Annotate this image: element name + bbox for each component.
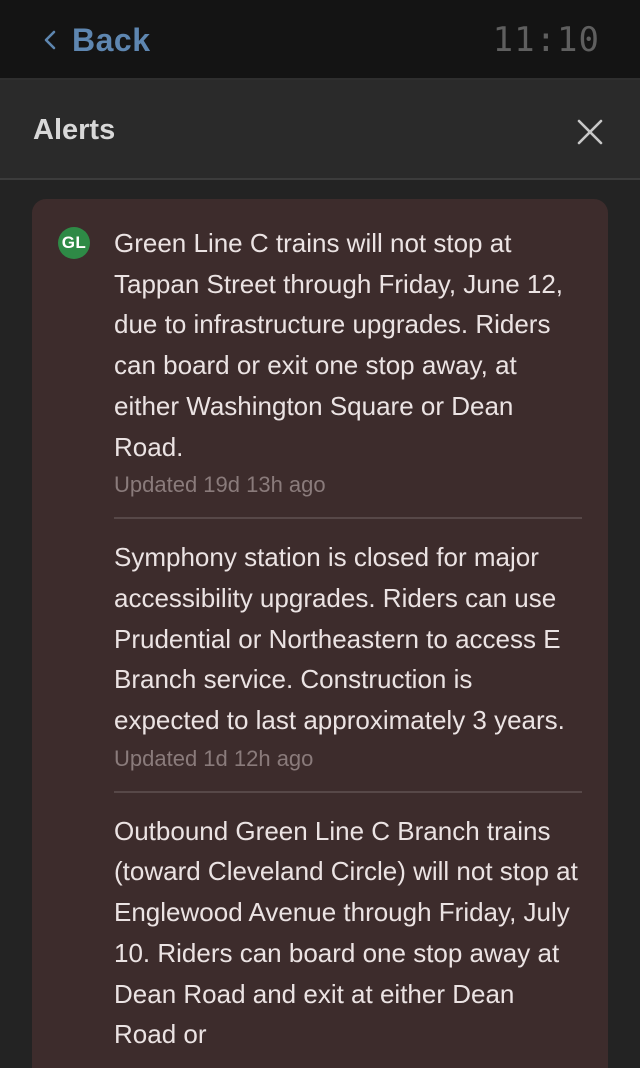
top-bar: Back 11:10 [0,0,640,80]
alert-text: Outbound Green Line C Branch trains (tow… [114,815,578,1050]
close-icon [576,119,604,150]
close-button[interactable] [576,118,604,146]
alert-item: Outbound Green Line C Branch trains (tow… [114,790,582,1068]
alert-updated: Updated 19d 13h ago [114,472,326,498]
chevron-left-icon [44,30,56,50]
page-title: Alerts [33,114,116,146]
alert-list: Green Line C trains will not stop at Tap… [114,223,582,1068]
alert-updated: Updated 1d 12h ago [114,745,314,771]
back-label: Back [72,21,151,58]
alert-item: Symphony station is closed for major acc… [114,517,582,791]
clock: 11:10 [492,20,600,60]
alert-text: Symphony station is closed for major acc… [114,542,565,736]
alert-card: GL Green Line C trains will not stop at … [32,199,608,1068]
alerts-header: Alerts [0,80,640,180]
alert-text: Green Line C trains will not stop at Tap… [114,228,564,462]
route-badge: GL [58,227,90,259]
alerts-content[interactable]: GL Green Line C trains will not stop at … [0,180,640,1068]
alert-item: Green Line C trains will not stop at Tap… [114,223,582,517]
back-button[interactable]: Back [44,18,151,62]
